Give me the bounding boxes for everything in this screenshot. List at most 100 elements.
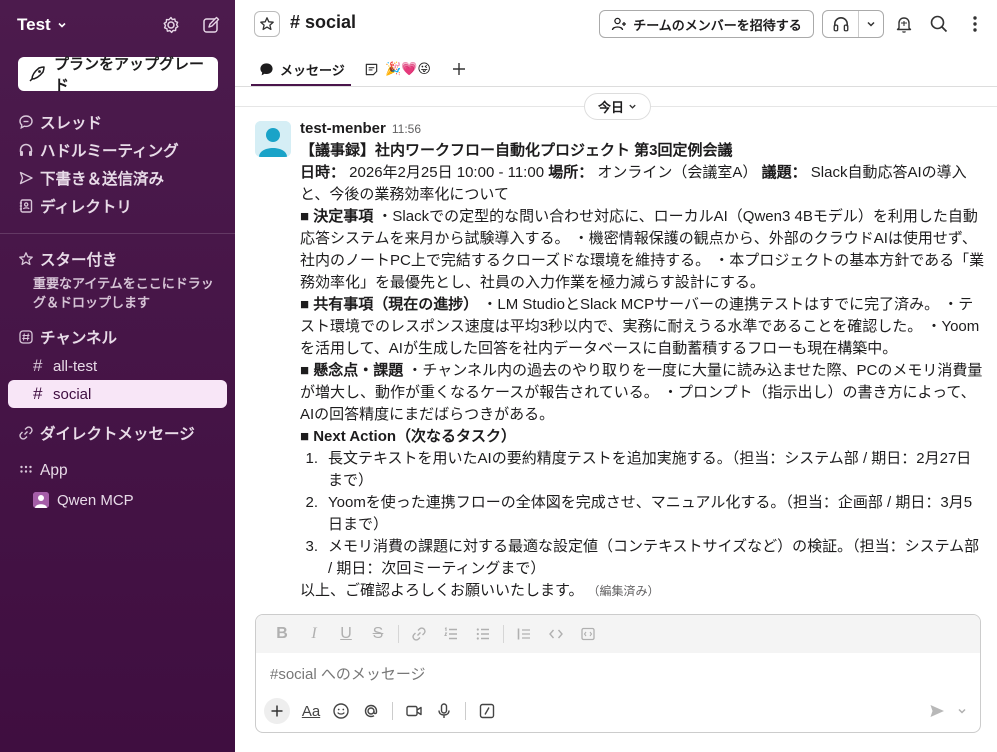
text-format-icon: Aa <box>301 702 321 720</box>
channel-tabs: メッセージ 🎉💗😜 <box>235 48 997 87</box>
attach-plus-button[interactable] <box>264 698 290 724</box>
invite-members-button[interactable]: チームのメンバーを招待する <box>599 10 814 38</box>
date-label: 日時： <box>300 164 346 181</box>
huddle-button[interactable] <box>822 10 884 38</box>
message-title: 【議事録】社内ワークフロー自動化プロジェクト 第3回定例会議 <box>300 142 733 159</box>
active-tab-indicator <box>251 84 351 86</box>
headphones-icon[interactable] <box>823 11 859 37</box>
section-channels[interactable]: チャンネル <box>0 322 235 352</box>
add-tab-button[interactable] <box>452 58 466 80</box>
send-button[interactable] <box>922 698 952 724</box>
message-author[interactable]: test-menber <box>300 118 386 140</box>
underline-button[interactable]: U <box>330 622 362 646</box>
code-icon[interactable] <box>540 622 572 646</box>
topic-label: 議題： <box>761 164 807 181</box>
strikethrough-button[interactable]: S <box>362 622 394 646</box>
section-concerns: ■ 懸念点・課題 ・チャンネル内の過去のやり取りを一度に大量に読み込ませた際、P… <box>300 360 985 426</box>
app-name: Qwen MCP <box>57 491 134 509</box>
section-apps[interactable]: App <box>0 456 235 486</box>
apps-grid-icon <box>18 463 34 479</box>
avatar[interactable] <box>255 121 291 157</box>
microphone-icon[interactable] <box>429 698 459 724</box>
section-starred[interactable]: スター付き <box>0 244 235 274</box>
sidebar: Test プランをアップグレード スレッド ハドルミーティング 下書き＆送信済み… <box>0 0 235 752</box>
upgrade-plan-label: プランをアップグレード <box>54 56 205 94</box>
code-block-icon[interactable] <box>572 622 604 646</box>
video-icon[interactable] <box>399 698 429 724</box>
message-timestamp[interactable]: 11:56 <box>392 118 421 140</box>
channel-title[interactable]: # social <box>290 12 356 33</box>
workspace-name[interactable]: Test <box>17 15 51 35</box>
search-icon[interactable] <box>928 13 950 35</box>
sidebar-item-channel-all-test[interactable]: # all-test <box>0 352 235 380</box>
message-input[interactable]: #social へのメッセージ <box>270 663 426 684</box>
link-icon[interactable] <box>403 622 435 646</box>
hash-icon: # <box>33 384 43 403</box>
list-item: 2. Yoomを使った連携フローの全体図を完成させ、マニュアル化する。（担当：企画… <box>300 492 985 536</box>
sidebar-item-label: ハドルミーティング <box>40 143 179 160</box>
composer-actions: Aa <box>264 698 972 724</box>
place-value: オンライン（会議室A） <box>593 164 762 181</box>
dm-link-icon <box>18 425 34 441</box>
date-value: 2026年2月25日 10:00 - 11:00 <box>345 164 549 181</box>
upgrade-plan-button[interactable]: プランをアップグレード <box>18 56 218 94</box>
more-vertical-icon[interactable] <box>964 13 986 35</box>
app-avatar <box>33 492 49 508</box>
list-text: メモリ消費の課題に対する最適な設定値（コンテキストサイズなど）の検証。（担当：シ… <box>328 538 980 577</box>
message-body: test-menber 11:56 【議事録】社内ワークフロー自動化プロジェクト… <box>300 118 985 602</box>
list-number: 2. <box>305 494 318 511</box>
directory-icon <box>18 198 34 214</box>
tab-label: メッセージ <box>280 62 345 78</box>
threads-icon <box>18 114 34 130</box>
section-heading: ■ 共有事項（現在の進捗） <box>300 296 479 313</box>
list-item: 3. メモリ消費の課題に対する最適な設定値（コンテキストサイズなど）の検証。（担当… <box>300 536 985 580</box>
starred-empty-note: 重要なアイテムをここにドラッグ＆ドロップします <box>33 276 214 310</box>
blockquote-icon[interactable] <box>508 622 540 646</box>
star-icon <box>260 17 274 31</box>
sidebar-item-channel-social[interactable]: # social <box>8 380 227 408</box>
next-action-list: 1. 長文テキストを用いたAIの要約精度テストを追加実施する。（担当：システム部 … <box>300 448 985 580</box>
channel-name: all-test <box>53 357 98 375</box>
channel-name: social <box>53 385 92 403</box>
sidebar-item-drafts[interactable]: 下書き＆送信済み <box>0 164 235 192</box>
section-label: ダイレクトメッセージ <box>40 426 195 443</box>
sidebar-item-app-qwen-mcp[interactable]: Qwen MCP <box>0 486 235 514</box>
chevron-down-icon[interactable] <box>859 19 883 29</box>
italic-button[interactable]: I <box>298 622 330 646</box>
star-channel-button[interactable] <box>254 11 280 37</box>
section-heading: ■ 決定事項 <box>300 208 374 225</box>
bullet-list-icon[interactable] <box>467 622 499 646</box>
list-number: 1. <box>305 450 318 467</box>
section-body: ・チャンネル内の過去のやり取りを一度に大量に読み込ませた際、PCのメモリ消費量が… <box>300 362 983 423</box>
rocket-icon <box>28 65 46 83</box>
sidebar-item-huddles[interactable]: ハドルミーティング <box>0 136 235 164</box>
text-format-button[interactable]: Aa <box>296 698 326 724</box>
channel-header: # social チームのメンバーを招待する <box>235 0 997 48</box>
send-icon <box>18 170 34 186</box>
bold-button[interactable]: B <box>266 622 298 646</box>
chevron-down-icon[interactable] <box>952 698 972 724</box>
closing-line: 以上、ご確認よろしくお願いいたします。 （編集済み） <box>300 580 985 602</box>
date-divider-button[interactable]: 今日 <box>584 93 651 120</box>
mention-icon[interactable] <box>356 698 386 724</box>
section-direct-messages[interactable]: ダイレクトメッセージ <box>0 418 235 448</box>
sidebar-item-directory[interactable]: ディレクトリ <box>0 192 235 220</box>
slash-command-icon[interactable] <box>472 698 502 724</box>
tab-canvas[interactable]: 🎉💗😜 <box>364 58 431 80</box>
meeting-meta: 日時： 2026年2月25日 10:00 - 11:00 場所： オンライン（会… <box>300 162 985 206</box>
notification-bell-icon[interactable] <box>893 13 915 35</box>
emoji-icon[interactable] <box>326 698 356 724</box>
gear-icon[interactable] <box>161 15 181 35</box>
edited-label: （編集済み） <box>593 584 660 598</box>
ordered-list-icon[interactable] <box>435 622 467 646</box>
sidebar-item-label: スレッド <box>40 115 103 132</box>
date-label: 今日 <box>597 100 624 115</box>
chevron-down-icon[interactable] <box>57 20 67 30</box>
sidebar-item-threads[interactable]: スレッド <box>0 108 235 136</box>
section-label: App <box>40 462 68 479</box>
tab-label: 🎉💗😜 <box>385 61 431 76</box>
tab-messages[interactable]: メッセージ <box>259 58 345 80</box>
canvas-icon <box>364 62 379 77</box>
section-label: チャンネル <box>40 330 118 347</box>
compose-icon[interactable] <box>201 15 221 35</box>
